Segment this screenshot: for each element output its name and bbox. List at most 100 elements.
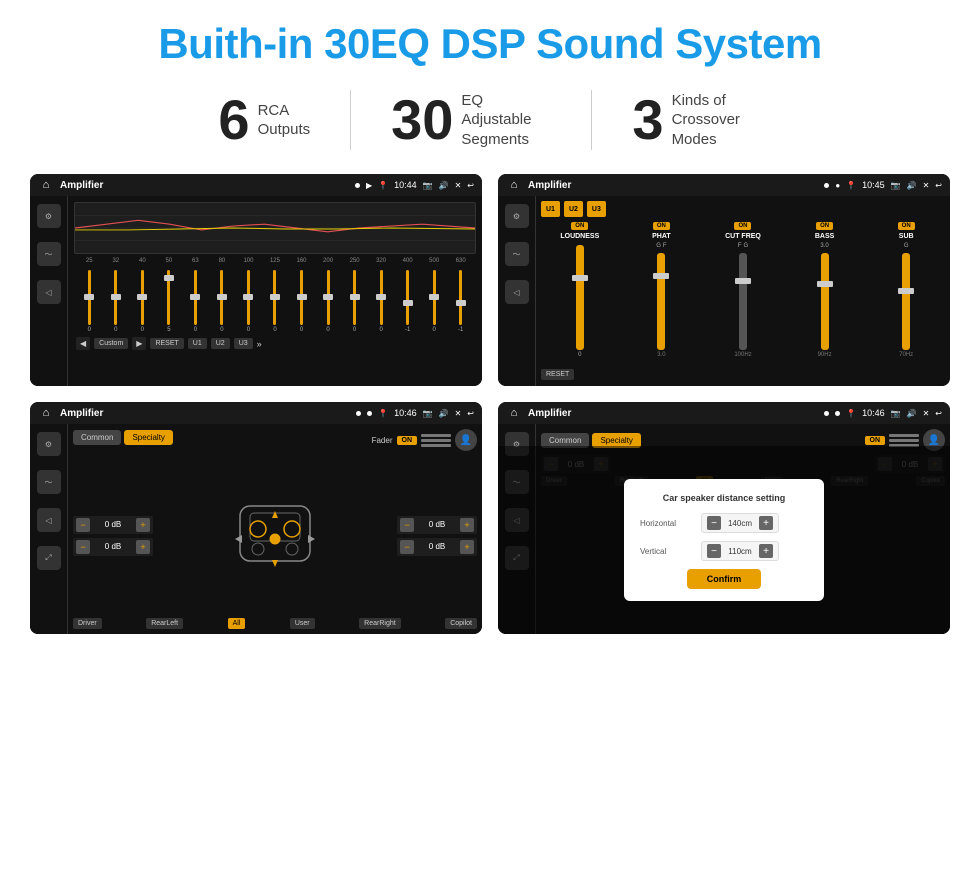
eq-thumb-0[interactable] <box>84 294 94 300</box>
cross-cutfreq-on-btn[interactable]: ON <box>734 222 751 230</box>
eq-thumb-11[interactable] <box>376 294 386 300</box>
cross-phat-thumb[interactable] <box>653 273 669 279</box>
eq-slider-8[interactable]: 0 <box>288 270 315 333</box>
fader-tune-icon[interactable]: ⚙ <box>37 432 61 456</box>
eq-thumb-8[interactable] <box>297 294 307 300</box>
fader-driver-btn[interactable]: Driver <box>73 618 102 629</box>
eq-slider-0[interactable]: 0 <box>76 270 103 333</box>
eq-slider-9[interactable]: 0 <box>315 270 342 333</box>
fader-rearleft-btn[interactable]: RearLeft <box>146 618 183 629</box>
eq-slider-6[interactable]: 0 <box>235 270 262 333</box>
car-db-minus-1[interactable]: − <box>76 518 90 532</box>
eq-slider-13[interactable]: 0 <box>421 270 448 333</box>
fader-wave-icon[interactable]: 〜 <box>37 470 61 494</box>
home-icon-1[interactable]: ⌂ <box>38 177 54 193</box>
fader-tab-specialty[interactable]: Specialty <box>124 430 172 445</box>
eq-thumb-6[interactable] <box>243 294 253 300</box>
cross-loudness-slider[interactable] <box>576 245 584 350</box>
eq-slider-2[interactable]: 0 <box>129 270 156 333</box>
cross-reset-btn[interactable]: RESET <box>541 369 574 380</box>
fader-tab-common[interactable]: Common <box>73 430 121 445</box>
car-db-minus-2[interactable]: − <box>76 540 90 554</box>
eq-slider-1[interactable]: 0 <box>103 270 130 333</box>
dist-on-btn[interactable]: ON <box>865 436 886 445</box>
dialog-vertical-minus[interactable]: − <box>707 544 721 558</box>
cross-phat-on-btn[interactable]: ON <box>653 222 670 230</box>
eq-play-button[interactable]: ▶ <box>132 337 146 350</box>
cross-sub-slider[interactable] <box>902 253 910 350</box>
eq-thumb-1[interactable] <box>111 294 121 300</box>
eq-u3-button[interactable]: U3 <box>234 338 253 349</box>
dialog-vertical-plus[interactable]: + <box>759 544 773 558</box>
back-icon-4[interactable]: ↩ <box>935 409 942 418</box>
eq-slider-14[interactable]: -1 <box>447 270 474 333</box>
eq-thumb-2[interactable] <box>137 294 147 300</box>
eq-thumb-14[interactable] <box>456 300 466 306</box>
back-icon-1[interactable]: ↩ <box>467 181 474 190</box>
eq-slider-4[interactable]: 0 <box>182 270 209 333</box>
fader-rearright-btn[interactable]: RearRight <box>359 618 401 629</box>
car-db-plus-3[interactable]: + <box>460 518 474 532</box>
car-db-minus-4[interactable]: − <box>400 540 414 554</box>
eq-reset-button[interactable]: RESET <box>150 338 183 349</box>
eq-thumb-12[interactable] <box>403 300 413 306</box>
eq-slider-10[interactable]: 0 <box>341 270 368 333</box>
eq-tune-icon[interactable]: ⚙ <box>37 204 61 228</box>
cross-u2-btn[interactable]: U2 <box>564 201 583 217</box>
car-db-plus-4[interactable]: + <box>460 540 474 554</box>
fader-expand-icon[interactable]: ⤢ <box>37 546 61 570</box>
back-icon-3[interactable]: ↩ <box>467 409 474 418</box>
cross-tune-icon[interactable]: ⚙ <box>505 204 529 228</box>
close-icon-4[interactable]: ✕ <box>923 409 930 418</box>
cross-bass-on-btn[interactable]: ON <box>816 222 833 230</box>
cross-cutfreq-thumb[interactable] <box>735 278 751 284</box>
eq-u1-button[interactable]: U1 <box>188 338 207 349</box>
home-icon-3[interactable]: ⌂ <box>38 405 54 421</box>
car-db-plus-2[interactable]: + <box>136 540 150 554</box>
eq-thumb-10[interactable] <box>350 294 360 300</box>
dialog-confirm-button[interactable]: Confirm <box>687 569 762 589</box>
eq-thumb-7[interactable] <box>270 294 280 300</box>
close-icon-2[interactable]: ✕ <box>923 181 930 190</box>
eq-thumb-3[interactable] <box>164 275 174 281</box>
eq-thumb-9[interactable] <box>323 294 333 300</box>
cross-wave-icon[interactable]: 〜 <box>505 242 529 266</box>
back-icon-2[interactable]: ↩ <box>935 181 942 190</box>
cross-sub-on-btn[interactable]: ON <box>898 222 915 230</box>
fader-all-btn[interactable]: All <box>228 618 246 629</box>
cross-phat-slider[interactable] <box>657 253 665 350</box>
cross-loudness-thumb[interactable] <box>572 275 588 281</box>
cross-loudness-on-btn[interactable]: ON <box>571 222 588 230</box>
fader-copilot-btn[interactable]: Copilot <box>445 618 477 629</box>
car-db-plus-1[interactable]: + <box>136 518 150 532</box>
home-icon-2[interactable]: ⌂ <box>506 177 522 193</box>
fader-user-btn[interactable]: User <box>290 618 315 629</box>
cross-sub-thumb[interactable] <box>898 288 914 294</box>
eq-slider-3[interactable]: 5 <box>156 270 183 333</box>
dialog-horizontal-plus[interactable]: + <box>759 516 773 530</box>
dialog-horizontal-minus[interactable]: − <box>707 516 721 530</box>
eq-wave-icon[interactable]: 〜 <box>37 242 61 266</box>
cross-speaker-icon[interactable]: ◁ <box>505 280 529 304</box>
cross-u3-btn[interactable]: U3 <box>587 201 606 217</box>
home-icon-4[interactable]: ⌂ <box>506 405 522 421</box>
eq-thumb-5[interactable] <box>217 294 227 300</box>
eq-slider-5[interactable]: 0 <box>209 270 236 333</box>
eq-speaker-icon[interactable]: ◁ <box>37 280 61 304</box>
eq-slider-7[interactable]: 0 <box>262 270 289 333</box>
cross-bass-thumb[interactable] <box>817 281 833 287</box>
eq-custom-button[interactable]: Custom <box>94 338 128 349</box>
eq-slider-12[interactable]: -1 <box>394 270 421 333</box>
eq-prev-button[interactable]: ◀ <box>76 337 90 350</box>
eq-thumb-13[interactable] <box>429 294 439 300</box>
close-icon-1[interactable]: ✕ <box>455 181 462 190</box>
fader-on-btn[interactable]: ON <box>397 436 418 445</box>
cross-cutfreq-slider[interactable] <box>739 253 747 350</box>
close-icon-3[interactable]: ✕ <box>455 409 462 418</box>
eq-u2-button[interactable]: U2 <box>211 338 230 349</box>
cross-u1-btn[interactable]: U1 <box>541 201 560 217</box>
eq-slider-11[interactable]: 0 <box>368 270 395 333</box>
fader-speaker-icon[interactable]: ◁ <box>37 508 61 532</box>
cross-bass-slider[interactable] <box>821 253 829 350</box>
eq-thumb-4[interactable] <box>190 294 200 300</box>
